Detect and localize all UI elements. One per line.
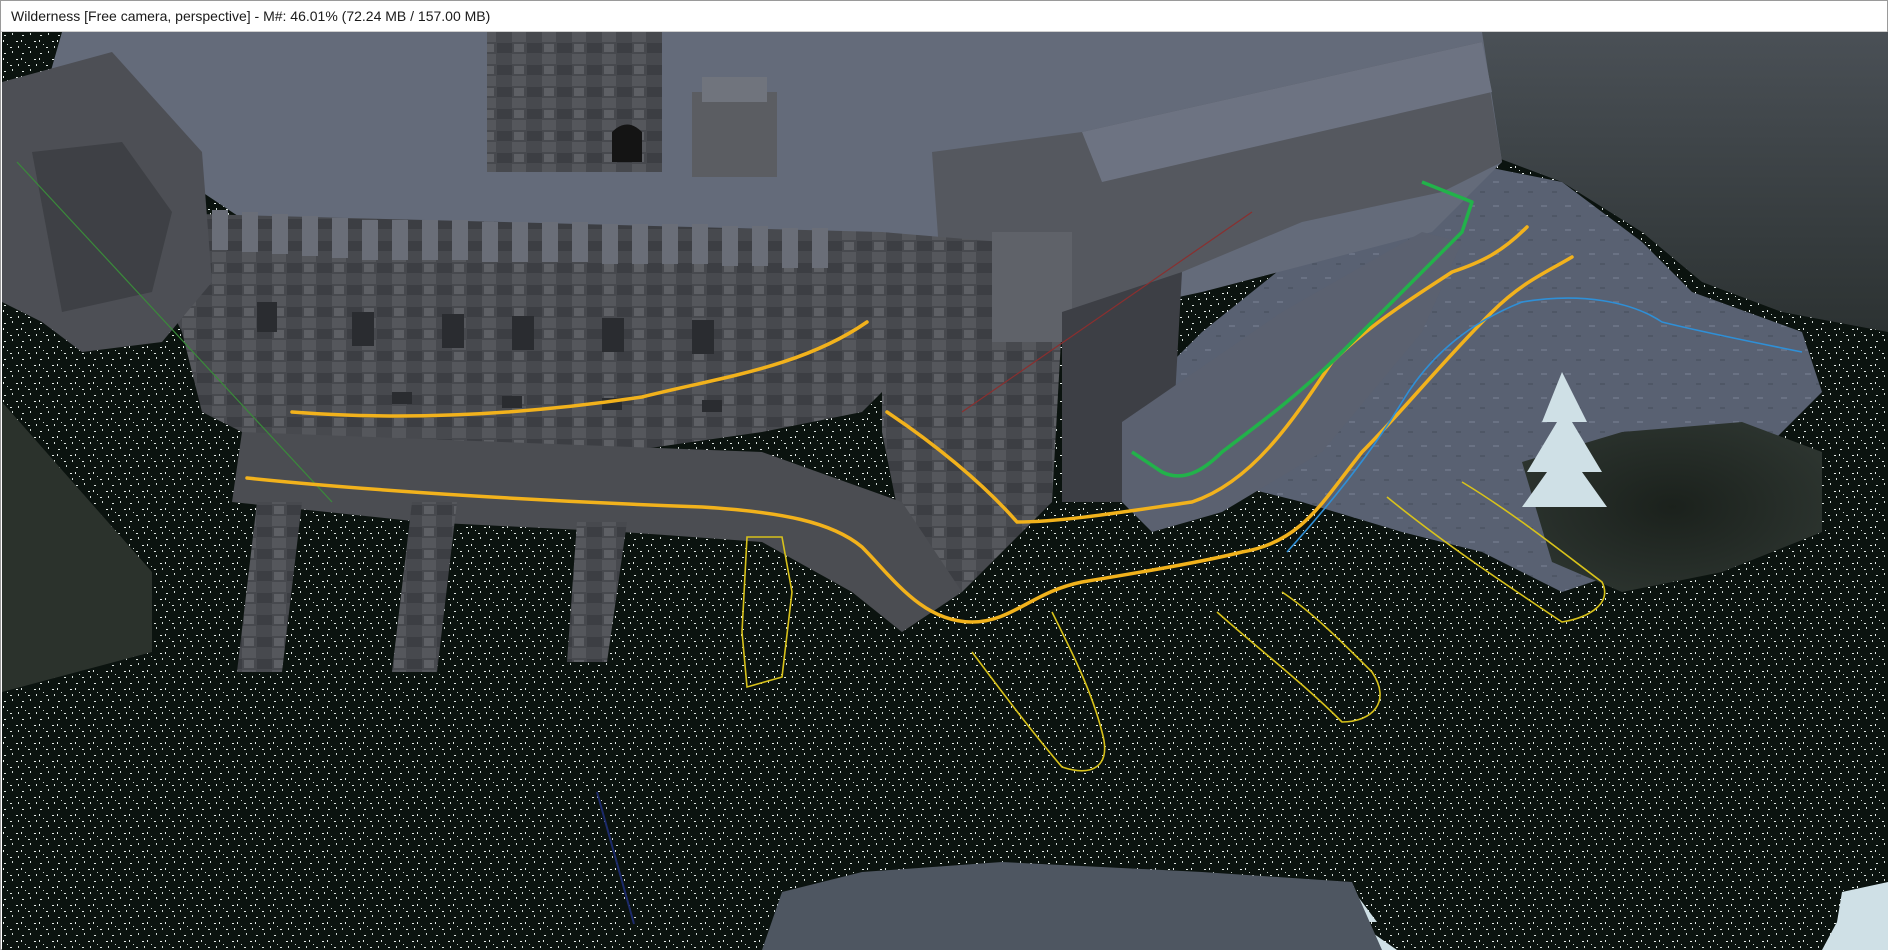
window-title: Wilderness [Free camera, perspective] - … [11, 8, 491, 24]
scene-svg [2, 32, 1888, 950]
editor-window: Wilderness [Free camera, perspective] - … [0, 0, 1888, 950]
tower-door [612, 124, 642, 162]
title-bar[interactable]: Wilderness [Free camera, perspective] - … [1, 1, 1887, 32]
render-viewport[interactable] [2, 32, 1888, 950]
small-tower [692, 92, 777, 177]
